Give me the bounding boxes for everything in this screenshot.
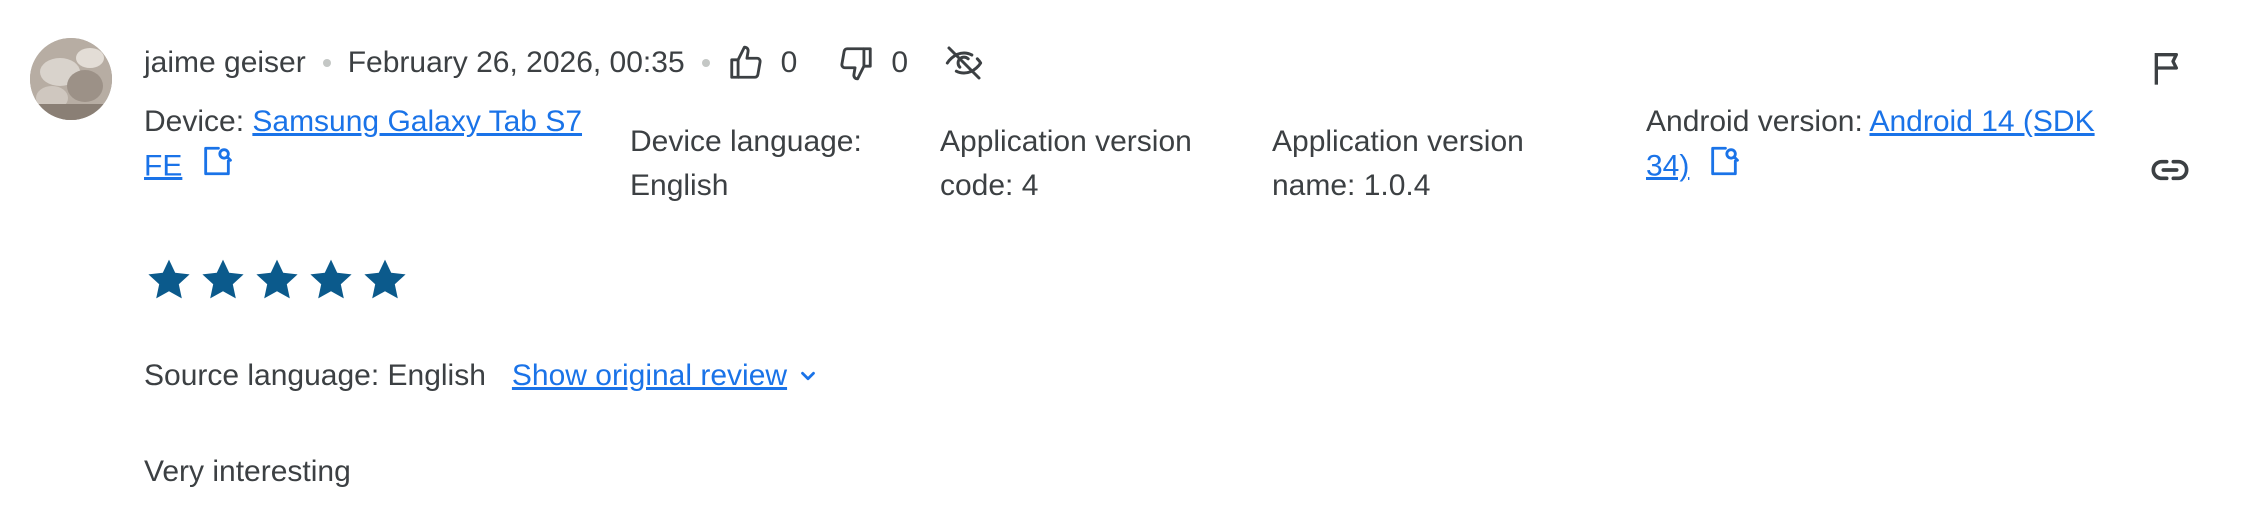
- device-language-label: Device language:: [630, 125, 862, 158]
- avatar: [30, 38, 112, 120]
- chevron-down-icon[interactable]: [797, 365, 819, 387]
- review-header: jaime geiser February 26, 2026, 00:35 0 …: [144, 40, 984, 86]
- app-version-code-value: code: 4: [940, 169, 1039, 202]
- star-icon: [364, 259, 406, 299]
- star-icon: [148, 259, 190, 299]
- source-language: Source language: English: [144, 359, 486, 392]
- app-version-name-label: Application version: [1272, 125, 1524, 158]
- star-rating: [145, 256, 409, 304]
- android-version-link[interactable]: Android 14 (SDK: [1869, 105, 2094, 138]
- open-in-new-icon[interactable]: [200, 144, 234, 191]
- app-version-code: Application version code: 4: [940, 120, 1192, 208]
- show-original-review-link[interactable]: Show original review: [512, 356, 787, 396]
- app-version-name-value: name: 1.0.4: [1272, 169, 1431, 202]
- dislike-count: 0: [891, 46, 909, 79]
- device-link-continued[interactable]: FE: [144, 149, 182, 182]
- android-version: Android version: Android 14 (SDK 34): [1646, 100, 2126, 191]
- separator-dot: [701, 59, 710, 67]
- android-version-link-continued[interactable]: 34): [1646, 149, 1689, 182]
- separator-dot: [322, 59, 331, 67]
- review-text: Very interesting: [144, 455, 351, 488]
- open-in-new-icon[interactable]: [1707, 144, 1741, 191]
- thumbs-down-icon[interactable]: [837, 44, 875, 82]
- app-version-name: Application version name: 1.0.4: [1272, 120, 1524, 208]
- device-language-value: English: [630, 169, 729, 202]
- app-version-code-label: Application version: [940, 125, 1192, 158]
- device-link[interactable]: Samsung Galaxy Tab S7: [252, 105, 582, 138]
- device-label: Device:: [144, 105, 253, 138]
- visibility-off-icon[interactable]: [944, 43, 984, 83]
- star-icon: [202, 259, 244, 299]
- thumbs-up-icon[interactable]: [727, 44, 765, 82]
- source-language-row: Source language: English Show original r…: [144, 356, 819, 396]
- device-language: Device language: English: [630, 120, 862, 208]
- android-version-label: Android version:: [1646, 105, 1870, 138]
- device-info: Device: Samsung Galaxy Tab S7 FE: [144, 100, 614, 191]
- link-icon[interactable]: [2148, 150, 2192, 195]
- star-icon: [310, 259, 352, 299]
- like-count: 0: [780, 46, 798, 79]
- flag-icon[interactable]: [2148, 46, 2188, 95]
- review-date: February 26, 2026, 00:35: [347, 46, 685, 79]
- star-icon: [256, 259, 298, 299]
- author-name: jaime geiser: [144, 46, 306, 79]
